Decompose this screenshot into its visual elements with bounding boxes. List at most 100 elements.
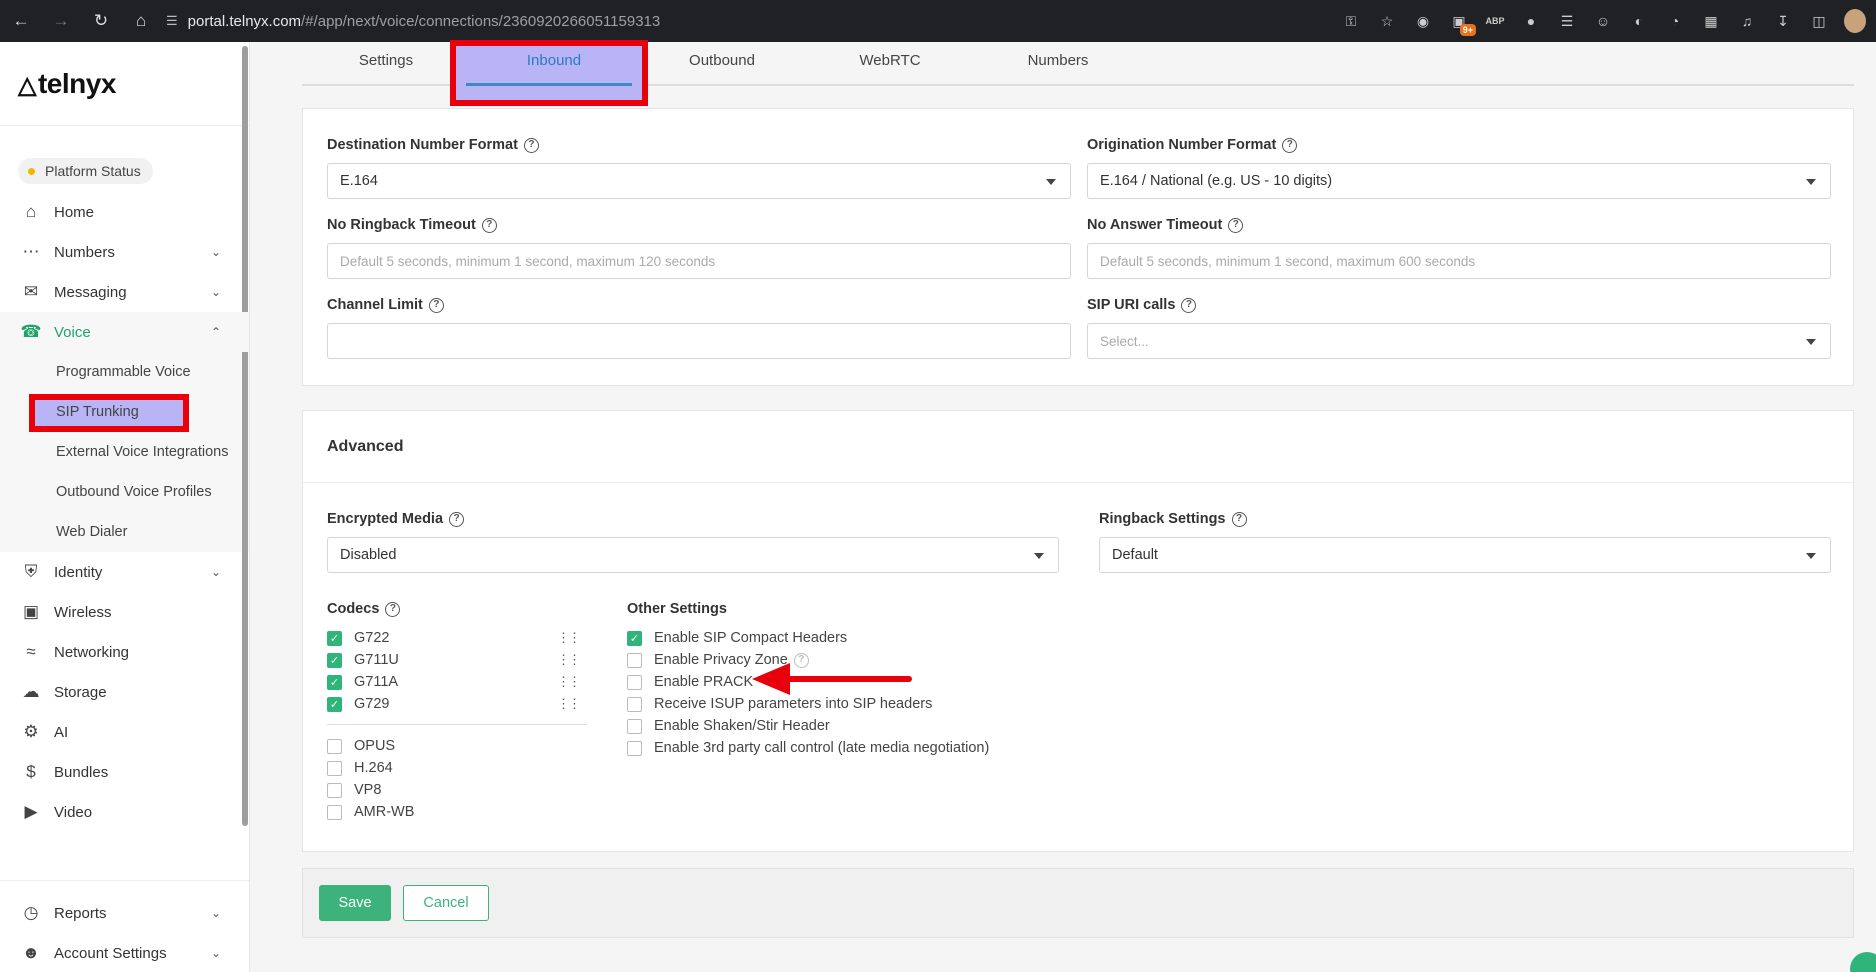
- back-icon[interactable]: ←: [10, 11, 32, 31]
- other-settings-title: Other Settings: [627, 601, 727, 617]
- sidebar-item-outbound-voice-profiles[interactable]: Outbound Voice Profiles: [0, 472, 249, 512]
- sidebar-item-identity[interactable]: ⛨ Identity ⌄: [0, 552, 249, 592]
- sidebar-item-external-voice[interactable]: External Voice Integrations: [0, 432, 249, 472]
- checkbox[interactable]: [627, 718, 642, 734]
- tab-numbers[interactable]: Numbers: [974, 42, 1142, 84]
- sidebar-item-numbers[interactable]: ⋯ Numbers ⌄: [0, 232, 249, 272]
- home-browser-icon[interactable]: ⌂: [130, 11, 152, 31]
- checkbox[interactable]: [327, 804, 342, 820]
- sidebar-item-home[interactable]: ⌂ Home: [0, 192, 249, 232]
- chat-widget-icon[interactable]: [1850, 952, 1876, 972]
- extension-icon[interactable]: ◐: [1628, 13, 1650, 29]
- checkbox[interactable]: [327, 782, 342, 798]
- star-icon[interactable]: ☆: [1376, 13, 1398, 30]
- sidebar-item-bundles[interactable]: $ Bundles: [0, 752, 249, 792]
- extension-icon[interactable]: ●: [1520, 13, 1542, 29]
- tab-inbound[interactable]: Inbound: [470, 42, 638, 84]
- cancel-button[interactable]: Cancel: [403, 885, 489, 921]
- setting-shaken-stir[interactable]: Enable Shaken/Stir Header: [627, 715, 1027, 737]
- encrypted-media-select[interactable]: Disabled: [327, 537, 1059, 573]
- sidepanel-icon[interactable]: ◫: [1808, 13, 1830, 30]
- checkbox-checked[interactable]: ✓: [327, 630, 342, 646]
- extension-icon[interactable]: ◔: [1664, 13, 1686, 29]
- codec-row[interactable]: ✓ G711U ⋮⋮: [327, 649, 587, 671]
- help-icon[interactable]: ?: [428, 297, 444, 313]
- sidebar-item-messaging[interactable]: ✉ Messaging ⌄: [0, 272, 249, 312]
- help-icon[interactable]: ?: [1282, 137, 1298, 153]
- codec-row[interactable]: ✓ G729 ⋮⋮: [327, 693, 587, 715]
- checkbox-checked[interactable]: ✓: [327, 652, 342, 668]
- ringback-settings-select[interactable]: Default: [1099, 537, 1831, 573]
- codec-row[interactable]: OPUS: [327, 735, 587, 757]
- checkbox-checked[interactable]: ✓: [327, 696, 342, 712]
- sidebar-item-web-dialer[interactable]: Web Dialer: [0, 512, 249, 552]
- checkbox[interactable]: [627, 652, 642, 668]
- codec-row[interactable]: VP8: [327, 779, 587, 801]
- media-icon[interactable]: ♫: [1736, 13, 1758, 29]
- channel-limit-input[interactable]: [327, 323, 1071, 359]
- drag-handle-icon[interactable]: ⋮⋮: [557, 696, 581, 712]
- sidebar-item-voice[interactable]: ☎ Voice ⌃: [0, 312, 249, 352]
- sidebar-item-reports[interactable]: ◷ Reports ⌄: [0, 893, 249, 933]
- no-answer-timeout-input[interactable]: Default 5 seconds, minimum 1 second, max…: [1087, 243, 1831, 279]
- help-icon[interactable]: ?: [1231, 511, 1247, 527]
- checkbox-checked[interactable]: ✓: [627, 630, 642, 646]
- avatar[interactable]: [1844, 9, 1866, 33]
- sidebar-item-sip-trunking[interactable]: SIP Trunking: [0, 392, 249, 432]
- help-icon[interactable]: ?: [1181, 297, 1197, 313]
- setting-privacy-zone[interactable]: Enable Privacy Zone?: [627, 649, 1027, 671]
- sidebar-item-networking[interactable]: ≈ Networking: [0, 632, 249, 672]
- origination-format-select[interactable]: E.164 / National (e.g. US - 10 digits): [1087, 163, 1831, 199]
- codec-row[interactable]: ✓ G711A ⋮⋮: [327, 671, 587, 693]
- forward-icon[interactable]: →: [50, 11, 72, 31]
- setting-isup-parameters[interactable]: Receive ISUP parameters into SIP headers: [627, 693, 1027, 715]
- checkbox-checked[interactable]: ✓: [327, 674, 342, 690]
- logo[interactable]: △telnyx: [0, 42, 249, 126]
- help-icon[interactable]: ?: [793, 652, 809, 668]
- sidebar-item-ai[interactable]: ⚙ AI: [0, 712, 249, 752]
- sidebar-item-account-settings[interactable]: ☻ Account Settings ⌄: [0, 933, 249, 972]
- puzzle-icon[interactable]: ▦: [1700, 13, 1722, 30]
- extension-icon[interactable]: ☺: [1592, 13, 1614, 29]
- download-icon[interactable]: ↧: [1772, 13, 1794, 30]
- checkbox[interactable]: [627, 696, 642, 712]
- checkbox[interactable]: [627, 740, 642, 756]
- chevron-down-icon: ⌄: [210, 946, 221, 960]
- codec-row[interactable]: ✓ G722 ⋮⋮: [327, 627, 587, 649]
- sidebar-item-video[interactable]: ▶ Video: [0, 792, 249, 832]
- adblock-icon[interactable]: ABP: [1484, 16, 1506, 26]
- password-ext-icon[interactable]: ◉: [1412, 13, 1434, 30]
- checkbox[interactable]: [327, 738, 342, 754]
- address-bar[interactable]: ☰ portal.telnyx.com/#/app/next/voice/con…: [166, 13, 660, 30]
- checkbox[interactable]: [327, 760, 342, 776]
- codec-row[interactable]: H.264: [327, 757, 587, 779]
- drag-handle-icon[interactable]: ⋮⋮: [557, 630, 581, 646]
- tab-outbound[interactable]: Outbound: [638, 42, 806, 84]
- tab-settings[interactable]: Settings: [302, 42, 470, 84]
- help-icon[interactable]: ?: [481, 217, 497, 233]
- drag-handle-icon[interactable]: ⋮⋮: [557, 652, 581, 668]
- extension-badge-icon[interactable]: ▣ 9+: [1448, 13, 1476, 36]
- help-icon[interactable]: ?: [1228, 217, 1244, 233]
- tab-webrtc[interactable]: WebRTC: [806, 42, 974, 84]
- codec-row[interactable]: AMR-WB: [327, 801, 587, 823]
- save-button[interactable]: Save: [319, 885, 391, 921]
- sidebar-item-programmable-voice[interactable]: Programmable Voice: [0, 352, 249, 392]
- reload-icon[interactable]: ↻: [90, 11, 112, 31]
- extension-icon[interactable]: ☰: [1556, 13, 1578, 30]
- site-settings-icon[interactable]: ☰: [166, 13, 178, 29]
- key-icon[interactable]: ⚿: [1340, 13, 1362, 30]
- sidebar-item-wireless[interactable]: ▣ Wireless: [0, 592, 249, 632]
- setting-sip-compact-headers[interactable]: ✓ Enable SIP Compact Headers: [627, 627, 1027, 649]
- drag-handle-icon[interactable]: ⋮⋮: [557, 674, 581, 690]
- help-icon[interactable]: ?: [449, 511, 465, 527]
- sidebar-item-storage[interactable]: ☁ Storage: [0, 672, 249, 712]
- setting-3rd-party-call-control[interactable]: Enable 3rd party call control (late medi…: [627, 737, 1027, 759]
- no-ringback-timeout-input[interactable]: Default 5 seconds, minimum 1 second, max…: [327, 243, 1071, 279]
- help-icon[interactable]: ?: [523, 137, 539, 153]
- platform-status[interactable]: Platform Status: [18, 158, 153, 184]
- help-icon[interactable]: ?: [385, 601, 401, 617]
- destination-format-select[interactable]: E.164: [327, 163, 1071, 199]
- sip-uri-calls-select[interactable]: Select...: [1087, 323, 1831, 359]
- checkbox[interactable]: [627, 674, 642, 690]
